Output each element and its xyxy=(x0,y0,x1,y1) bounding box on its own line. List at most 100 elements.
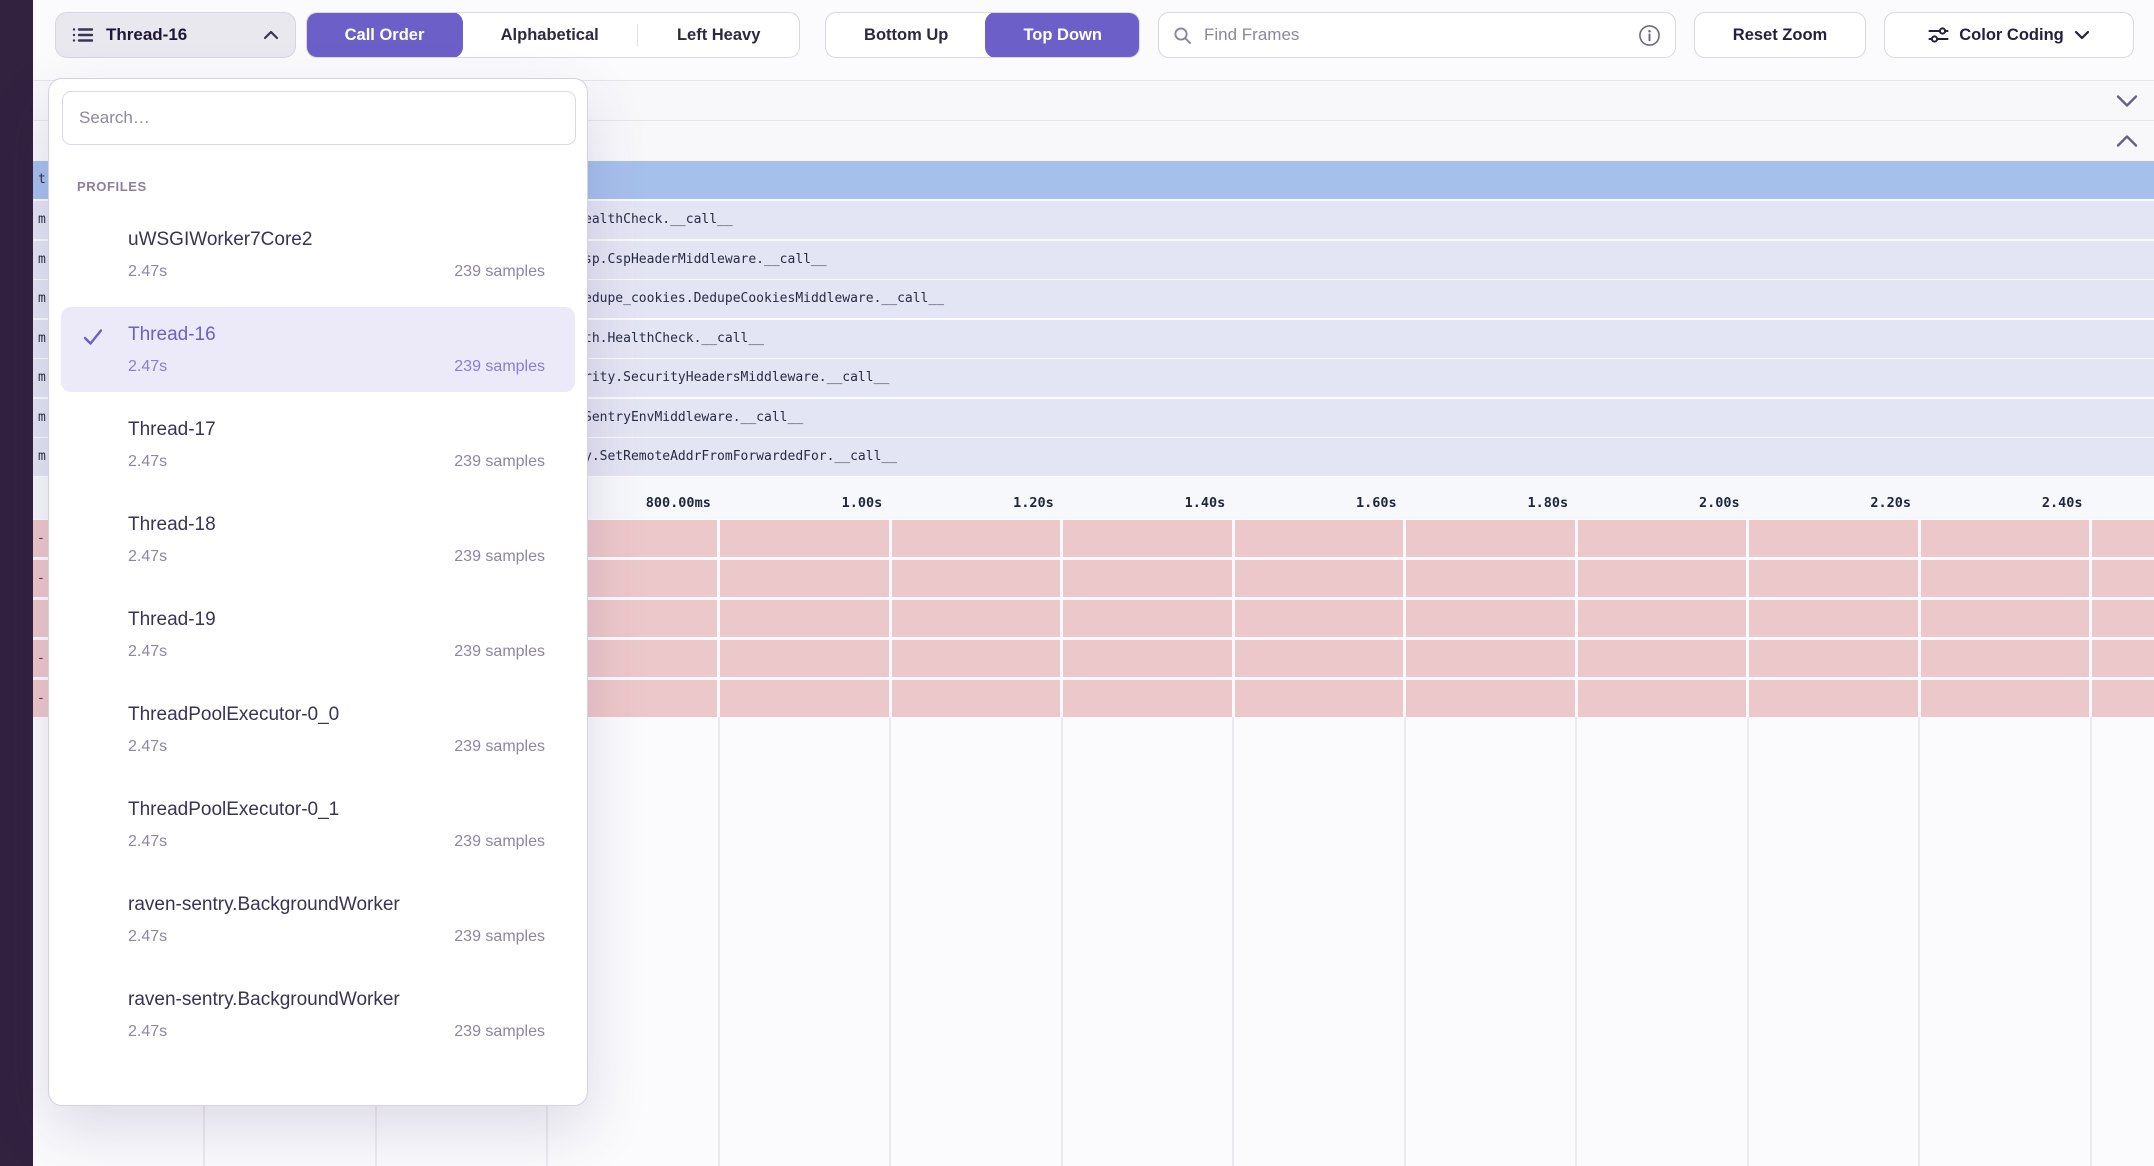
gridline xyxy=(1575,717,1577,1166)
chevron-up-icon xyxy=(263,30,279,40)
profile-duration: 2.47s xyxy=(128,453,167,471)
profile-samples: 239 samples xyxy=(454,263,545,281)
list-icon xyxy=(72,24,94,46)
frame-left-fragment: m xyxy=(38,201,46,239)
profile-name: Thread-16 xyxy=(128,321,545,349)
profile-option-raven-sentry-backgroundworker[interactable]: raven-sentry.BackgroundWorker 2.47s 239 sa… xyxy=(61,877,575,962)
profile-name: Thread-17 xyxy=(128,416,545,444)
profile-samples: 239 samples xyxy=(454,358,545,376)
tab-bottom-up[interactable]: Bottom Up xyxy=(826,13,986,57)
profile-option-threadpoolexecutor-0-0[interactable]: ThreadPoolExecutor-0_02.47s239 samples xyxy=(61,687,575,772)
profile-samples: 239 samples xyxy=(454,928,545,946)
find-frames-search xyxy=(1158,12,1676,58)
profile-option-thread-19[interactable]: Thread-19 2.47s 239 samples xyxy=(61,592,575,677)
thread-selector-label: Thread-16 xyxy=(106,25,251,45)
profile-meta: 2.47s 239 samples xyxy=(128,548,545,566)
gridline xyxy=(1575,519,1578,717)
gridline xyxy=(1404,717,1406,1166)
profile-option-raven-sentry-backgroundworker[interactable]: raven-sentry.BackgroundWorker 2.47s 239 sa… xyxy=(61,972,575,1057)
profile-duration: 2.47s xyxy=(128,263,167,281)
profile-duration: 2.47s xyxy=(128,1023,167,1041)
gridline xyxy=(1403,519,1406,717)
span-left-fragment: - xyxy=(37,680,45,717)
profile-name: ThreadPoolExecutor-0_1 xyxy=(128,796,545,824)
profile-name: Thread-18 xyxy=(128,511,545,539)
chevron-down-icon xyxy=(2074,30,2090,40)
profile-option-thread-16[interactable]: Thread-16 2.47s 239 samples xyxy=(61,307,575,392)
profile-samples: 239 samples xyxy=(454,548,545,566)
frame-label: SentryEnvMiddleware.__call__ xyxy=(584,399,803,437)
gridline xyxy=(1232,717,1234,1166)
frame-left-fragment: m xyxy=(38,320,46,358)
gridline xyxy=(1918,519,1921,717)
thread-selector-button[interactable]: Thread-16 xyxy=(55,12,296,58)
root-frame-fragment: t xyxy=(38,161,46,199)
axis-tick-label: 1.60s xyxy=(1237,495,1397,511)
frame-label: ealthCheck.__call__ xyxy=(584,201,733,239)
gridline xyxy=(1060,519,1063,717)
gridline xyxy=(1747,717,1749,1166)
profile-meta: 2.47s 239 samples xyxy=(128,453,545,471)
profile-meta: 2.47s239 samples xyxy=(128,738,545,756)
profile-duration: 2.47s xyxy=(128,833,167,851)
tab-alphabetical[interactable]: Alphabetical xyxy=(462,13,637,57)
profile-option-threadpoolexecutor-0-1[interactable]: ThreadPoolExecutor-0_1 2.47s239 samples xyxy=(61,782,575,867)
frame-left-fragment: m xyxy=(38,359,46,397)
profile-meta: 2.47s 239 samples xyxy=(128,263,545,281)
chevron-up-icon[interactable] xyxy=(2116,135,2138,148)
gridline xyxy=(1061,717,1063,1166)
chevron-down-icon[interactable] xyxy=(2116,94,2138,107)
profile-samples: 239 samples xyxy=(454,453,545,471)
profile-name: raven-sentry.BackgroundWorker xyxy=(128,891,545,919)
profile-duration: 2.47s xyxy=(128,548,167,566)
profile-duration: 2.47s xyxy=(128,358,167,376)
gridline xyxy=(2089,519,2092,717)
gridline xyxy=(718,717,720,1166)
profile-name: Thread-19 xyxy=(128,606,545,634)
gridline xyxy=(2090,717,2092,1166)
frame-left-fragment: m xyxy=(38,438,46,476)
profile-duration: 2.47s xyxy=(128,643,167,661)
gridline xyxy=(889,519,892,717)
profile-meta: 2.47s 239 samples xyxy=(128,928,545,946)
profile-option-uwsgiworker7core2[interactable]: uWSGIWorker7Core22.47s239 samples xyxy=(61,212,575,297)
profile-samples: 239 samples xyxy=(454,1023,545,1041)
span-left-fragment: - xyxy=(37,640,45,677)
gridline xyxy=(1232,519,1235,717)
reset-zoom-button[interactable]: Reset Zoom xyxy=(1694,12,1866,58)
frame-label: edupe_cookies.DedupeCookiesMiddleware.__… xyxy=(584,280,944,318)
info-icon[interactable] xyxy=(1638,24,1661,47)
checkmark-icon xyxy=(81,325,105,349)
frame-left-fragment: m xyxy=(38,280,46,318)
sort-order-tabs: Call OrderAlphabeticalLeft Heavy xyxy=(306,12,800,58)
gridline xyxy=(717,519,720,717)
profile-samples: 239 samples xyxy=(454,643,545,661)
frame-label: sp.CspHeaderMiddleware.__call__ xyxy=(584,241,827,279)
direction-tabs: Bottom UpTop Down xyxy=(825,12,1140,58)
color-coding-label: Color Coding xyxy=(1959,26,2063,45)
axis-tick-label: 1.20s xyxy=(894,495,1054,511)
profile-duration: 2.47s xyxy=(128,738,167,756)
gridline xyxy=(1918,717,1920,1166)
find-frames-input[interactable] xyxy=(1202,24,1628,46)
profiles-section-label: PROFILES xyxy=(77,179,587,194)
gridline xyxy=(889,717,891,1166)
frame-label: th.HealthCheck.__call__ xyxy=(584,320,764,358)
tab-top-down[interactable]: Top Down xyxy=(985,12,1140,58)
axis-tick-label: 1.00s xyxy=(722,495,882,511)
profile-name: raven-sentry.BackgroundWorker xyxy=(128,986,545,1014)
axis-tick-label: 2.20s xyxy=(1751,495,1911,511)
profiler-app: t 800.00ms1.00s1.20s1.40s1.60s1.80s2.00s… xyxy=(0,0,2154,1166)
profile-meta: 2.47s239 samples xyxy=(128,833,545,851)
span-left-fragment: - xyxy=(37,560,45,597)
dropdown-search-input[interactable] xyxy=(62,91,576,145)
thread-dropdown-panel: PROFILES uWSGIWorker7Core22.47s239 sampl… xyxy=(48,78,588,1106)
tab-left-heavy[interactable]: Left Heavy xyxy=(638,13,799,57)
profile-duration: 2.47s xyxy=(128,928,167,946)
profile-option-thread-17[interactable]: Thread-17 2.47s 239 samples xyxy=(61,402,575,487)
color-coding-button[interactable]: Color Coding xyxy=(1884,12,2134,58)
frame-label: y.SetRemoteAddrFromForwardedFor.__call__ xyxy=(584,438,897,476)
tab-call-order[interactable]: Call Order xyxy=(306,12,463,58)
profile-option-thread-18[interactable]: Thread-18 2.47s 239 samples xyxy=(61,497,575,582)
axis-tick-label: 2.00s xyxy=(1580,495,1740,511)
